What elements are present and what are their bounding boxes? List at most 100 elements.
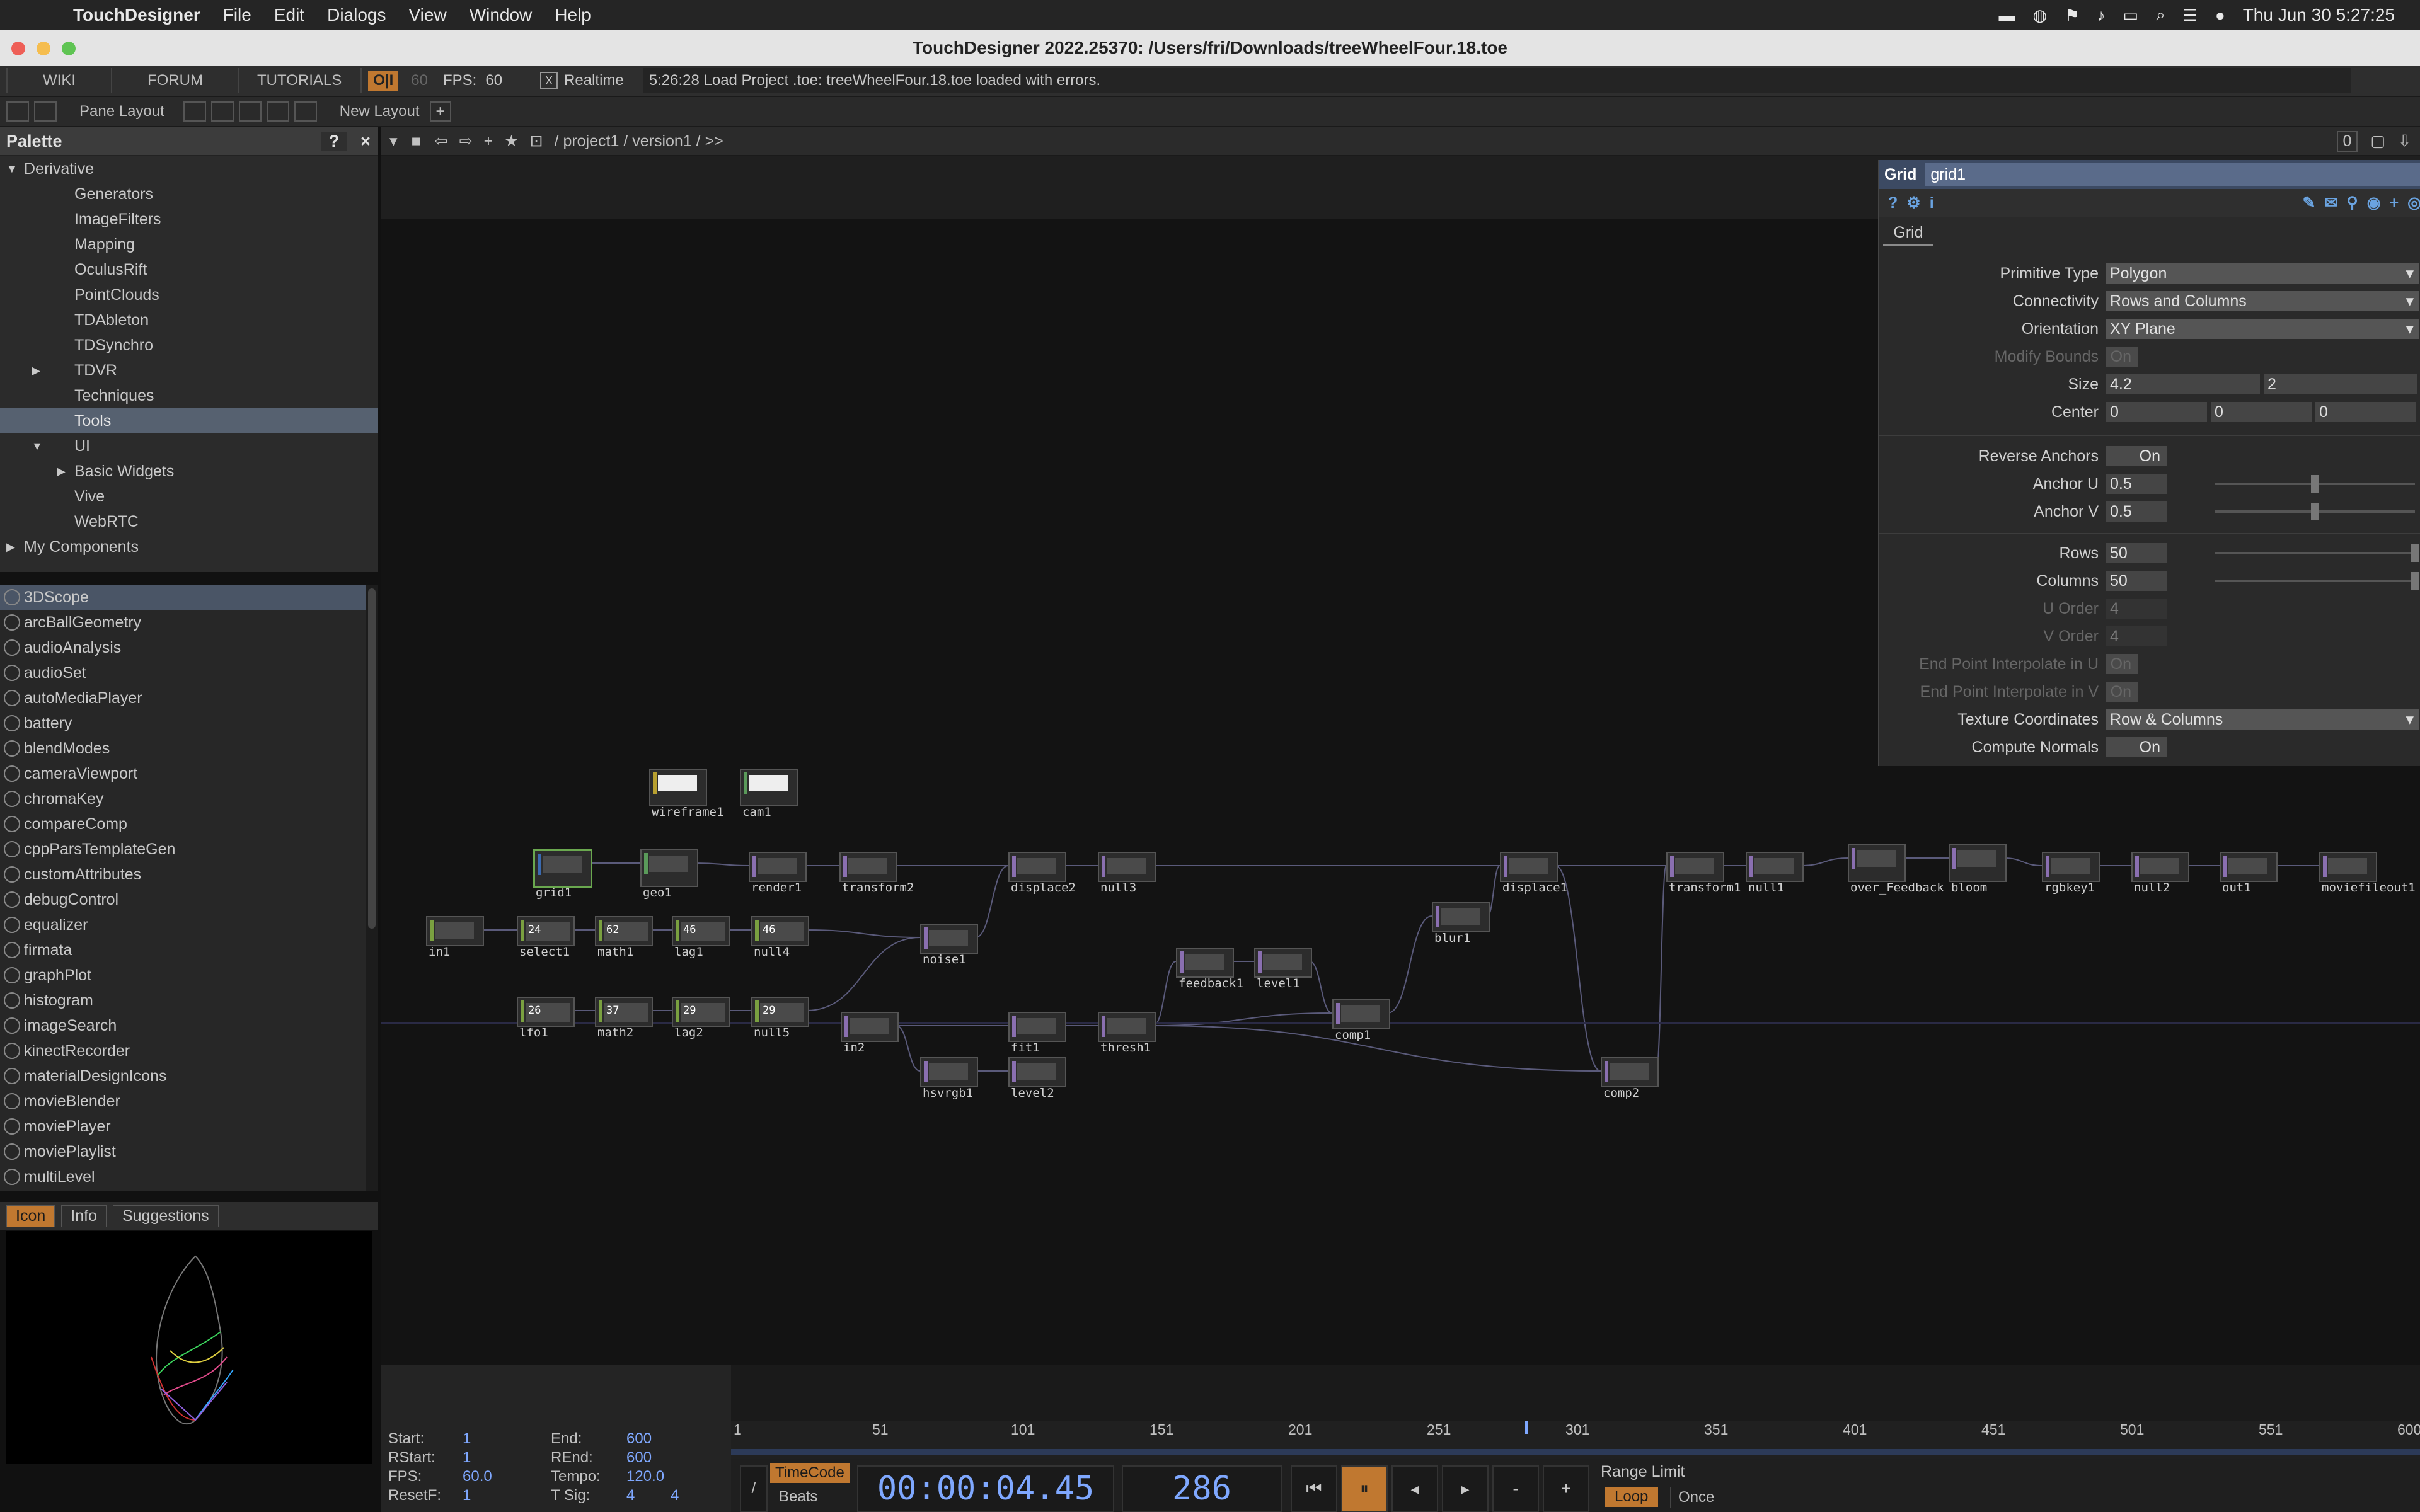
- tab-info[interactable]: Info: [61, 1205, 107, 1227]
- node-lag2[interactable]: 29: [672, 997, 730, 1027]
- node-label[interactable]: out1: [2222, 881, 2251, 895]
- node-label[interactable]: displace1: [1502, 881, 1567, 895]
- target-icon[interactable]: ◎: [2407, 193, 2420, 212]
- pane-maximize-icon[interactable]: ▢: [2370, 132, 2385, 151]
- node-label[interactable]: blur1: [1434, 931, 1470, 945]
- display-icon[interactable]: ▬: [1999, 6, 2015, 25]
- rewind-button[interactable]: ⏮: [1291, 1465, 1337, 1512]
- epi-v-toggle[interactable]: On: [2106, 682, 2138, 702]
- node-label[interactable]: rgbkey1: [2044, 881, 2095, 895]
- node-math1[interactable]: 62: [595, 916, 653, 946]
- palette-tree-item[interactable]: Vive: [0, 484, 378, 509]
- frame-display[interactable]: 286: [1122, 1465, 1282, 1512]
- modify-bounds-toggle[interactable]: On: [2106, 346, 2138, 367]
- menubar-clock[interactable]: Thu Jun 30 5:27:25: [2243, 5, 2395, 25]
- op-name-field[interactable]: grid1: [1925, 163, 2420, 186]
- siri-icon[interactable]: ●: [2215, 6, 2225, 25]
- parent-icon[interactable]: ⊡: [530, 132, 543, 151]
- palette-close-button[interactable]: ×: [353, 132, 378, 151]
- u-order-field[interactable]: 4: [2106, 598, 2167, 619]
- realtime-checkbox[interactable]: X: [540, 72, 558, 89]
- node-wire[interactable]: [1153, 961, 1177, 1026]
- step-back-button[interactable]: ◂: [1392, 1465, 1438, 1512]
- timeline-ruler[interactable]: 1 51 101 151 201 251 301 351 401 451 501 551 600: [731, 1421, 2420, 1459]
- node-wire[interactable]: [806, 929, 921, 938]
- creative-cloud-icon[interactable]: ◍: [2033, 6, 2048, 25]
- node-label[interactable]: math1: [597, 945, 633, 959]
- node-math2[interactable]: 37: [595, 997, 653, 1027]
- node-wire[interactable]: [2003, 857, 2043, 866]
- resetf-value[interactable]: 1: [463, 1487, 471, 1504]
- node-lag1[interactable]: 46: [672, 916, 730, 946]
- epi-u-toggle[interactable]: On: [2106, 654, 2138, 674]
- component-item[interactable]: firmata: [0, 937, 366, 963]
- slower-button[interactable]: -: [1492, 1465, 1539, 1512]
- node-label[interactable]: transform2: [842, 881, 914, 895]
- palette-tree-item[interactable]: ▼ UI: [0, 433, 378, 459]
- layout-split-h-icon[interactable]: [238, 101, 262, 122]
- node-label[interactable]: feedback1: [1178, 976, 1243, 990]
- node-label[interactable]: hsvrgb1: [923, 1086, 973, 1100]
- expand-icon[interactable]: [6, 101, 29, 122]
- palette-tree-item[interactable]: PointClouds: [0, 282, 378, 307]
- center-y-field[interactable]: 0: [2211, 402, 2312, 422]
- beats-button[interactable]: Beats: [774, 1487, 822, 1507]
- anchor-v-field[interactable]: 0.5: [2106, 501, 2167, 522]
- wiki-button[interactable]: WIKI: [6, 68, 112, 93]
- network-menu-icon[interactable]: ▾: [389, 132, 398, 151]
- forum-button[interactable]: FORUM: [112, 68, 239, 93]
- anchor-u-slider[interactable]: [2215, 475, 2415, 493]
- node-label[interactable]: grid1: [536, 886, 572, 900]
- step-forward-button[interactable]: ▸: [1442, 1465, 1489, 1512]
- orientation-menu[interactable]: XY Plane: [2106, 319, 2419, 339]
- node-level2[interactable]: [1008, 1057, 1066, 1087]
- component-item[interactable]: cameraViewport: [0, 761, 366, 786]
- expanded-arrow-icon[interactable]: ▼: [6, 163, 21, 176]
- pause-button[interactable]: ⏸: [1341, 1465, 1388, 1512]
- node-wire[interactable]: [1801, 857, 1848, 866]
- node-wireframe1[interactable]: [649, 769, 707, 806]
- tab-grid[interactable]: Grid: [1883, 220, 1933, 246]
- palette-tree-item[interactable]: Mapping: [0, 232, 378, 257]
- component-item[interactable]: graphPlot: [0, 963, 366, 988]
- node-label[interactable]: level1: [1257, 976, 1300, 990]
- node-out1[interactable]: [2220, 852, 2278, 882]
- search-icon[interactable]: ⌕: [2156, 5, 2165, 25]
- node-comp2[interactable]: [1601, 1057, 1659, 1087]
- node-label[interactable]: displace2: [1011, 881, 1076, 895]
- menu-help[interactable]: Help: [555, 5, 591, 25]
- columns-slider[interactable]: [2215, 572, 2419, 590]
- node-noise1[interactable]: [920, 924, 978, 954]
- compute-normals-toggle[interactable]: On: [2106, 737, 2167, 757]
- star-icon[interactable]: ★: [504, 132, 518, 151]
- slider-knob[interactable]: [2411, 544, 2419, 562]
- node-thresh1[interactable]: [1098, 1012, 1156, 1042]
- expanded-arrow-icon[interactable]: ▼: [32, 440, 47, 453]
- node-label[interactable]: bloom: [1951, 881, 1987, 895]
- node-displace1[interactable]: [1500, 852, 1558, 882]
- node-displace2[interactable]: [1008, 852, 1066, 882]
- node-cam1[interactable]: [740, 769, 798, 806]
- node-label[interactable]: over_Feedback: [1850, 881, 1944, 895]
- node-label[interactable]: lag2: [674, 1026, 703, 1040]
- palette-tree-item[interactable]: ▶ TDVR: [0, 358, 378, 383]
- node-label[interactable]: null2: [2134, 881, 2170, 895]
- node-null3[interactable]: [1098, 852, 1156, 882]
- reverse-anchors-toggle[interactable]: On: [2106, 446, 2167, 466]
- palette-tree-item[interactable]: ▼ Derivative: [0, 156, 378, 181]
- node-label[interactable]: null4: [754, 945, 790, 959]
- add-param-icon[interactable]: +: [2390, 194, 2399, 212]
- back-icon[interactable]: ⇦: [435, 132, 448, 151]
- scrollbar-thumb[interactable]: [368, 588, 376, 929]
- component-item[interactable]: moviePlayer: [0, 1114, 366, 1139]
- menu-app-name[interactable]: TouchDesigner: [73, 5, 200, 25]
- info-icon[interactable]: i: [1930, 194, 1934, 212]
- node-label[interactable]: fit1: [1011, 1041, 1040, 1055]
- v-order-field[interactable]: 4: [2106, 626, 2167, 646]
- node-grid1[interactable]: [533, 849, 592, 888]
- comment-icon[interactable]: ✉: [2324, 193, 2337, 212]
- node-label[interactable]: null5: [754, 1026, 790, 1040]
- node-label[interactable]: select1: [519, 945, 570, 959]
- node-level1[interactable]: [1254, 948, 1312, 978]
- node-label[interactable]: thresh1: [1100, 1041, 1151, 1055]
